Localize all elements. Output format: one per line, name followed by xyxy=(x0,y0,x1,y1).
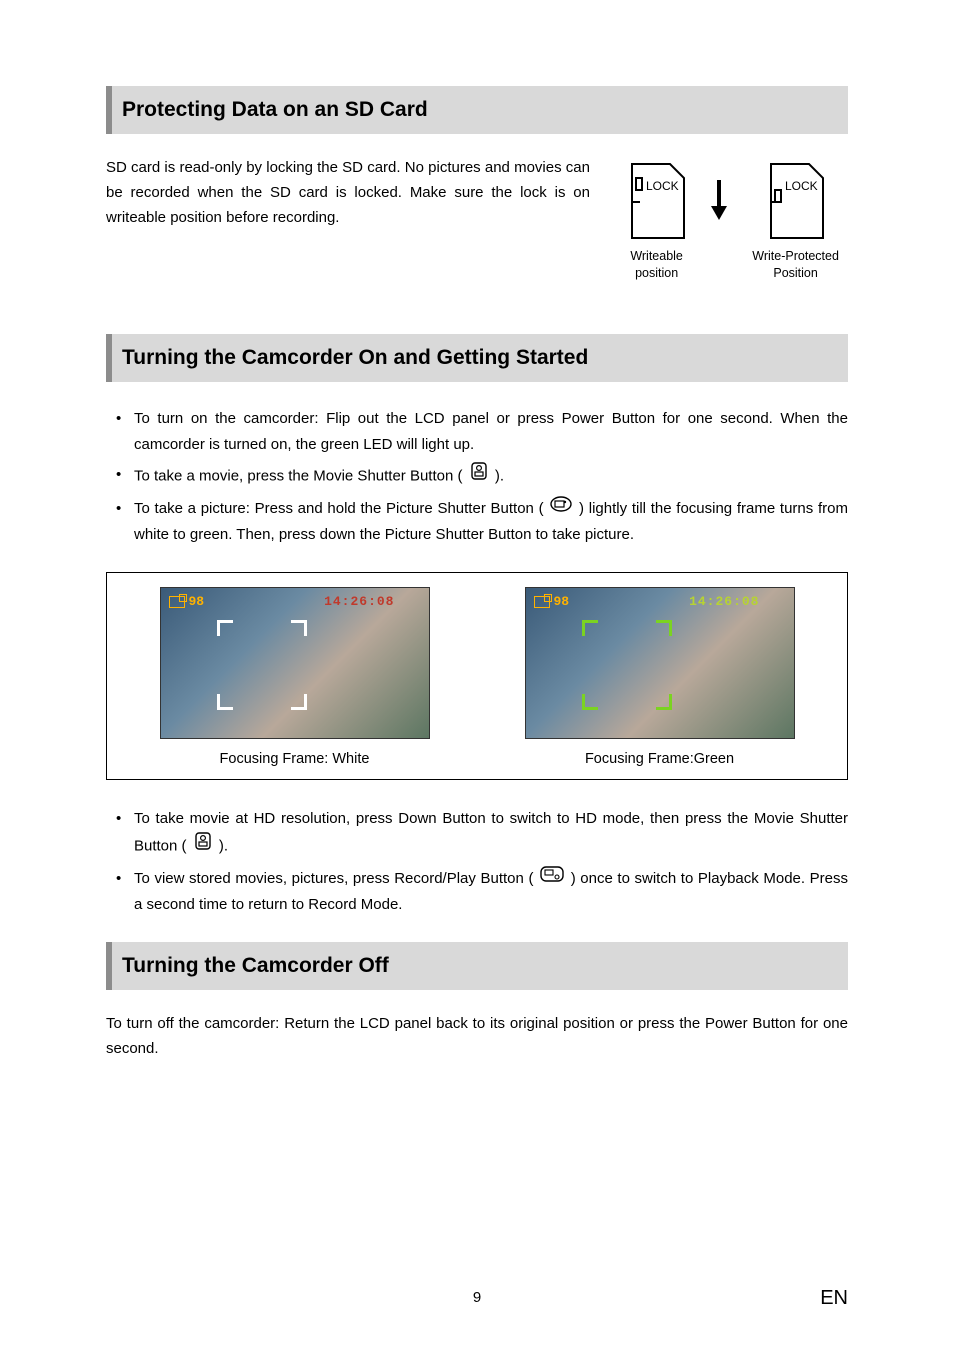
bullet-turn-on: To turn on the camcorder: Flip out the L… xyxy=(106,406,848,459)
bullet-take-movie: To take a movie, press the Movie Shutter… xyxy=(106,462,848,491)
bullet-text: To take a movie, press the Movie Shutter… xyxy=(134,468,463,485)
focus-frame-green-icon xyxy=(582,620,672,710)
sd-lock-diagram: LOCK Writeable position LOCK Write-Prote… xyxy=(618,156,848,282)
figure-green-col: 98 14:26:08 Focusing Frame:Green xyxy=(492,587,827,767)
lcd-preview-green: 98 14:26:08 xyxy=(525,587,795,739)
section1-row: SD card is read-only by locking the SD c… xyxy=(106,156,848,282)
lock-label: LOCK xyxy=(785,179,818,193)
picture-shutter-icon xyxy=(550,495,572,521)
figure-white-col: 98 14:26:08 Focusing Frame: White xyxy=(127,587,462,767)
record-play-icon xyxy=(540,865,564,891)
movie-shutter-icon xyxy=(193,831,213,860)
bullet-text: To take movie at HD resolution, press Do… xyxy=(134,810,848,855)
writeable-caption: Writeable position xyxy=(618,248,695,282)
bullet-text: To take a picture: Press and hold the Pi… xyxy=(134,500,544,517)
osd-time: 14:26:08 xyxy=(689,594,759,609)
arrow-down-icon xyxy=(709,176,729,224)
section-heading-turnoff: Turning the Camcorder Off xyxy=(106,942,848,990)
protected-caption: Write-Protected Position xyxy=(743,248,848,282)
bullet-tail: ). xyxy=(495,468,504,485)
sd-writeable-col: LOCK Writeable position xyxy=(618,162,695,282)
bullet-tail: ). xyxy=(219,838,228,855)
focusing-frame-figure: 98 14:26:08 Focusing Frame: White 98 14:… xyxy=(106,572,848,780)
bullet-hd-movie: To take movie at HD resolution, press Do… xyxy=(106,806,848,862)
bullet-text: To view stored movies, pictures, press R… xyxy=(134,870,533,887)
section-heading-turnon: Turning the Camcorder On and Getting Sta… xyxy=(106,334,848,382)
bullet-playback: To view stored movies, pictures, press R… xyxy=(106,866,848,919)
lcd-preview-white: 98 14:26:08 xyxy=(160,587,430,739)
bullets-group-a: To turn on the camcorder: Flip out the L… xyxy=(106,406,848,548)
caption-white: Focusing Frame: White xyxy=(220,751,370,767)
osd-count: 98 xyxy=(534,594,570,609)
osd-time: 14:26:08 xyxy=(324,594,394,609)
sd-card-writeable-icon: LOCK xyxy=(626,162,688,242)
bullet-take-picture: To take a picture: Press and hold the Pi… xyxy=(106,496,848,549)
page-number: 9 xyxy=(0,1289,954,1306)
osd-count: 98 xyxy=(169,594,205,609)
section1-intro: SD card is read-only by locking the SD c… xyxy=(106,156,590,282)
bullets-group-b: To take movie at HD resolution, press Do… xyxy=(106,806,848,918)
movie-shutter-icon xyxy=(469,461,489,490)
section-heading-protect: Protecting Data on an SD Card xyxy=(106,86,848,134)
page-language: EN xyxy=(820,1287,848,1310)
sd-protected-col: LOCK Write-Protected Position xyxy=(743,162,848,282)
caption-green: Focusing Frame:Green xyxy=(585,751,734,767)
lock-label: LOCK xyxy=(646,179,679,193)
focus-frame-white-icon xyxy=(217,620,307,710)
sd-card-protected-icon: LOCK xyxy=(765,162,827,242)
section3-body: To turn off the camcorder: Return the LC… xyxy=(106,1012,848,1062)
